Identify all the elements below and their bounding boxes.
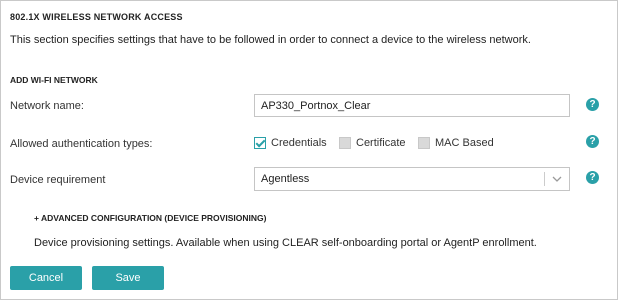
- device-requirement-select[interactable]: Agentless: [254, 167, 570, 191]
- save-button[interactable]: Save: [92, 266, 164, 290]
- mac-based-label: MAC Based: [435, 137, 494, 149]
- add-wifi-title: ADD WI-FI NETWORK: [10, 75, 98, 85]
- certificate-checkbox[interactable]: [339, 137, 351, 149]
- chevron-down-icon[interactable]: [551, 173, 563, 185]
- credentials-checkbox[interactable]: [254, 137, 266, 149]
- mac-based-checkbox[interactable]: [418, 137, 430, 149]
- device-requirement-value: Agentless: [261, 173, 310, 185]
- network-name-label: Network name:: [10, 100, 84, 112]
- network-name-input[interactable]: [254, 94, 570, 117]
- mac-based-checkbox-option[interactable]: MAC Based: [418, 137, 494, 149]
- advanced-configuration-description: Device provisioning settings. Available …: [34, 237, 537, 249]
- device-requirement-label: Device requirement: [10, 174, 106, 186]
- network-name-help-icon[interactable]: ?: [586, 98, 599, 111]
- cancel-button[interactable]: Cancel: [10, 266, 82, 290]
- section-description: This section specifies settings that hav…: [10, 34, 531, 46]
- certificate-checkbox-option[interactable]: Certificate: [339, 137, 406, 149]
- credentials-checkbox-option[interactable]: Credentials: [254, 137, 327, 149]
- credentials-label: Credentials: [271, 137, 327, 149]
- auth-types-label: Allowed authentication types:: [10, 138, 153, 150]
- select-divider: [544, 172, 545, 186]
- section-title: 802.1X WIRELESS NETWORK ACCESS: [10, 12, 183, 22]
- certificate-label: Certificate: [356, 137, 406, 149]
- auth-types-help-icon[interactable]: ?: [586, 135, 599, 148]
- device-requirement-help-icon[interactable]: ?: [586, 171, 599, 184]
- advanced-configuration-toggle[interactable]: + ADVANCED CONFIGURATION (DEVICE PROVISI…: [34, 213, 266, 223]
